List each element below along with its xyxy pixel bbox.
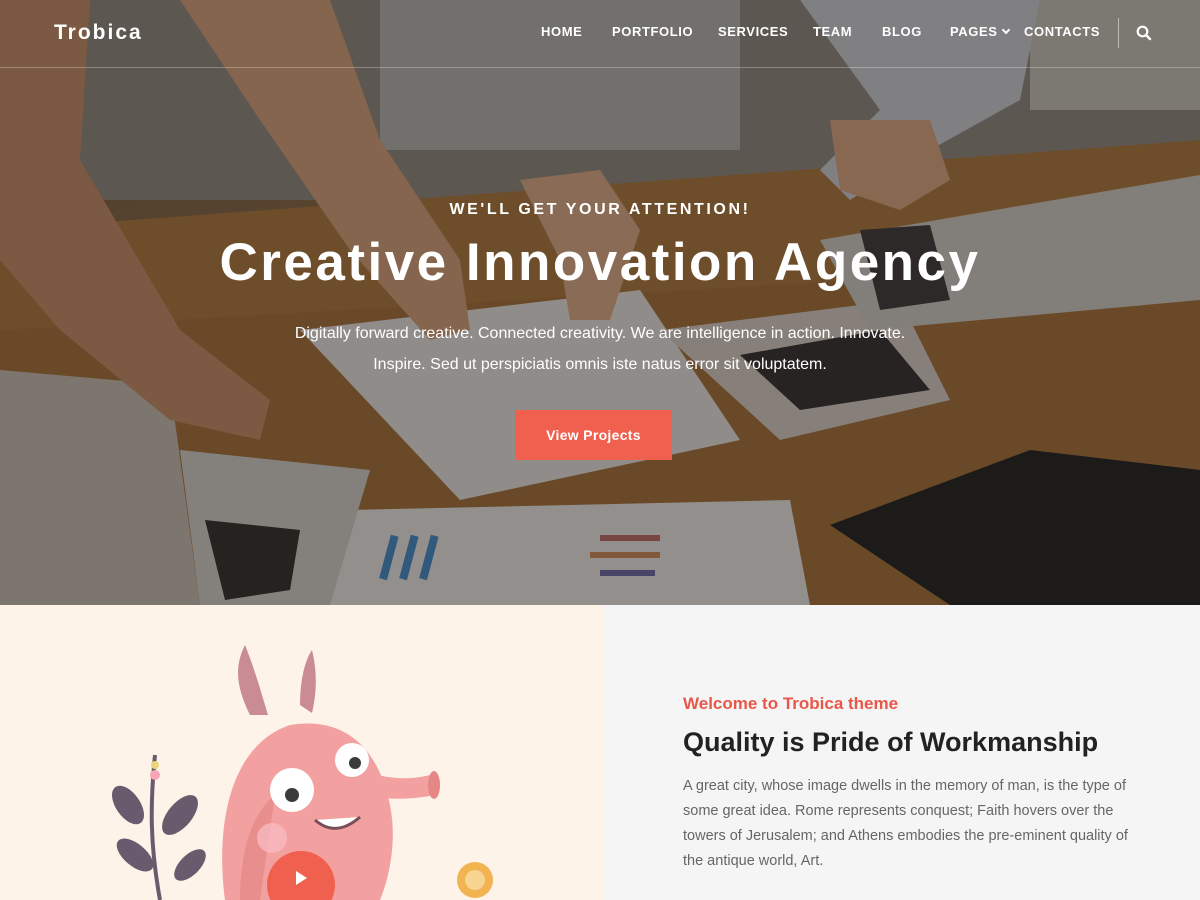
about-eyebrow: Welcome to Trobica theme (683, 694, 899, 713)
nav-divider (1118, 18, 1119, 48)
about-description: A great city, whose image dwells in the … (683, 778, 1128, 869)
play-icon (296, 871, 307, 885)
hero-dark-overlay (0, 0, 1200, 605)
about-title: Quality is Pride of Workmanship (683, 727, 1099, 757)
hero-title: Creative Innovation Agency (219, 233, 981, 292)
hero-description: Digitally forward creative. Connected cr… (294, 325, 906, 373)
hero-section: Trobica HOME PORTFOLIO SERVICES TEAM BLO… (0, 0, 1200, 605)
nav-item-home[interactable]: HOME (541, 24, 582, 39)
about-text-panel: Welcome to Trobica theme Quality is Prid… (603, 605, 1200, 900)
search-icon (1136, 25, 1152, 41)
nav-item-blog[interactable]: BLOG (882, 24, 922, 39)
nav-item-portfolio[interactable]: PORTFOLIO (612, 24, 693, 39)
nav-item-pages[interactable]: PAGES (950, 24, 1010, 39)
view-projects-button[interactable]: View Projects (515, 410, 672, 460)
search-button[interactable] (1135, 24, 1153, 42)
chevron-down-icon (1001, 25, 1010, 35)
nav-item-contacts[interactable]: CONTACTS (1024, 24, 1100, 39)
hero-eyebrow: WE'LL GET YOUR ATTENTION! (449, 201, 751, 218)
nav-item-services[interactable]: SERVICES (718, 24, 788, 39)
nav-item-pages-label: PAGES (950, 24, 998, 39)
main-nav: HOME PORTFOLIO SERVICES TEAM BLOG PAGES … (0, 24, 1200, 44)
site-header: Trobica HOME PORTFOLIO SERVICES TEAM BLO… (0, 0, 1200, 68)
nav-item-team[interactable]: TEAM (813, 24, 852, 39)
about-illustration-panel (0, 605, 603, 900)
